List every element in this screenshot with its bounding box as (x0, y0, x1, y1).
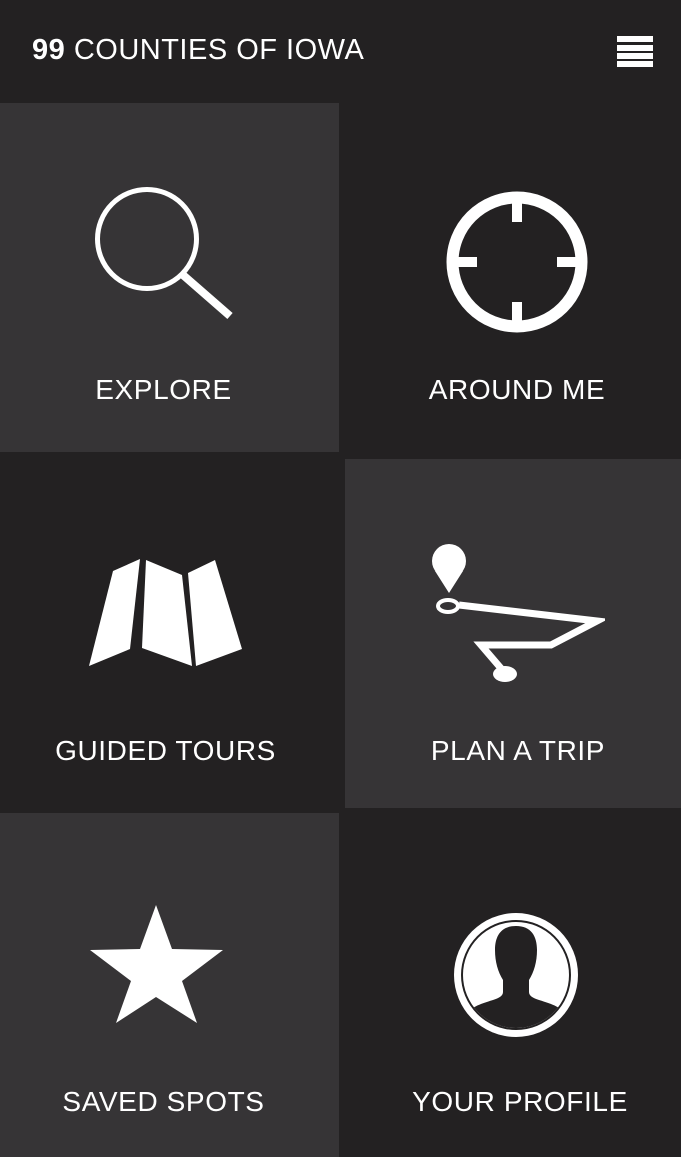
search-icon (95, 187, 233, 320)
explore-label: EXPLORE (95, 374, 232, 405)
your-profile-tile[interactable]: YOUR PROFILE (339, 808, 681, 1157)
app-title-number: 99 (32, 34, 66, 66)
app-title: 99 COUNTIES OF IOWA (32, 32, 364, 68)
user-silhouette-icon (454, 913, 578, 1037)
crosshair-icon (446, 191, 588, 333)
guided-tours-tile[interactable]: GUIDED TOURS (0, 452, 345, 813)
around-me-tile[interactable]: AROUND ME (339, 103, 681, 459)
star-icon (90, 905, 223, 1023)
menu-button[interactable] (612, 32, 658, 70)
saved-spots-tile[interactable]: SAVED SPOTS (0, 813, 339, 1157)
plan-a-trip-tile[interactable]: PLAN A TRIP (345, 459, 681, 808)
route-pin-icon (432, 544, 605, 682)
saved-spots-label: SAVED SPOTS (62, 1086, 265, 1117)
plan-a-trip-label: PLAN A TRIP (430, 735, 606, 766)
around-me-label: AROUND ME (428, 374, 606, 405)
explore-tile[interactable]: EXPLORE (0, 103, 339, 452)
folded-map-icon (89, 559, 242, 666)
guided-tours-label: GUIDED TOURS (55, 735, 276, 766)
your-profile-label: YOUR PROFILE (412, 1086, 628, 1117)
app-title-text: COUNTIES OF IOWA (73, 34, 365, 66)
app-header: 99 COUNTIES OF IOWA (0, 0, 681, 103)
